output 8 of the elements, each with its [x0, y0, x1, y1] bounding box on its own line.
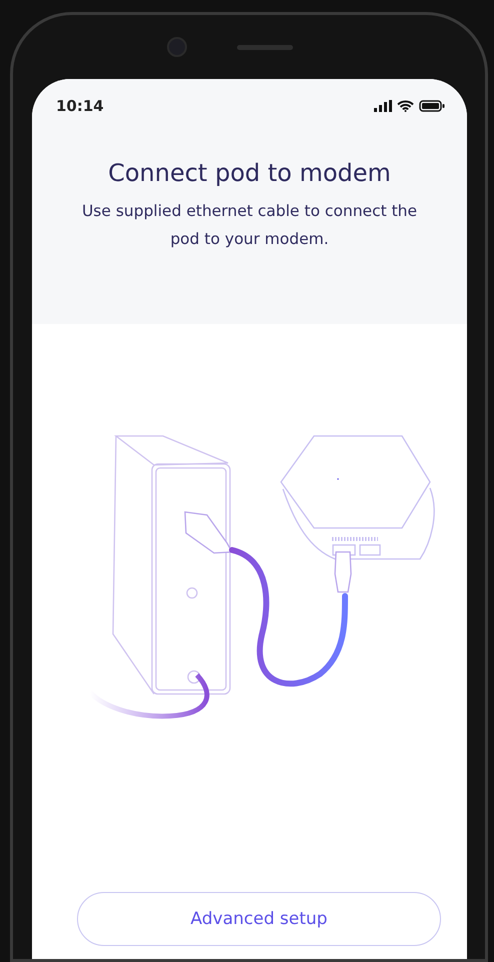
wifi-icon: [397, 100, 414, 112]
page-title: Connect pod to modem: [108, 159, 391, 187]
advanced-setup-button[interactable]: Advanced setup: [77, 892, 441, 946]
speaker-icon: [236, 44, 292, 50]
signal-icon: [374, 100, 392, 112]
page-subtitle: Use supplied ethernet cable to connect the pod to your modem.: [80, 201, 418, 250]
status-time: 10:14: [56, 97, 104, 115]
battery-icon: [419, 100, 445, 112]
